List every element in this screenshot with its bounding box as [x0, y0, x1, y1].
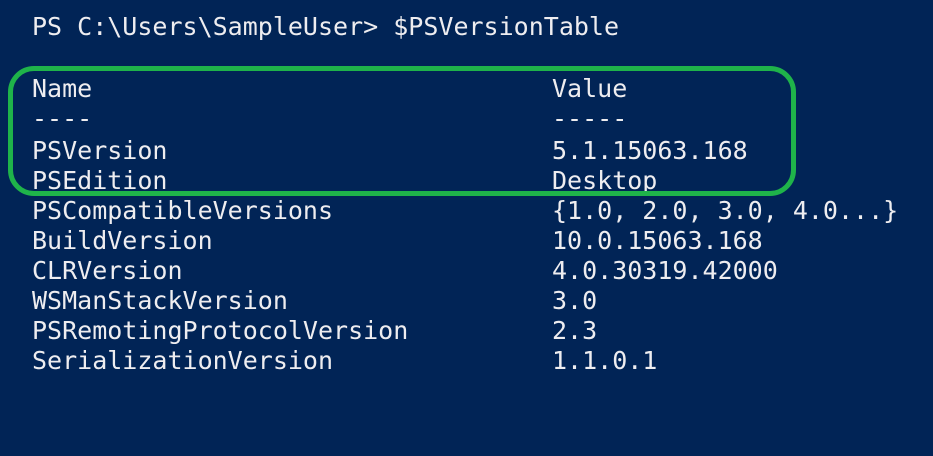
table-row: CLRVersion 4.0.30319.42000 — [32, 256, 932, 286]
table-row: SerializationVersion 1.1.0.1 — [32, 346, 932, 376]
table-row: BuildVersion 10.0.15063.168 — [32, 226, 932, 256]
prompt: PS C:\Users\SampleUser> — [32, 12, 379, 41]
row-value: 3.0 — [552, 286, 598, 315]
row-name: PSEdition — [32, 166, 168, 195]
command-line: PS C:\Users\SampleUser> $PSVersionTable — [32, 12, 619, 42]
row-value: 4.0.30319.42000 — [552, 256, 778, 285]
separator-value: ----- — [552, 104, 628, 133]
row-name: SerializationVersion — [32, 346, 334, 375]
row-name: BuildVersion — [32, 226, 213, 255]
row-value: Desktop — [552, 166, 658, 195]
table-header: Name Value — [32, 74, 932, 104]
row-name: PSRemotingProtocolVersion — [32, 316, 409, 345]
table-row: WSManStackVersion 3.0 — [32, 286, 932, 316]
header-name: Name — [32, 74, 93, 103]
row-value: 2.3 — [552, 316, 598, 345]
table-row: PSRemotingProtocolVersion 2.3 — [32, 316, 932, 346]
row-name: PSCompatibleVersions — [32, 196, 334, 225]
row-name: PSVersion — [32, 136, 168, 165]
powershell-console[interactable]: PS C:\Users\SampleUser> $PSVersionTable … — [0, 0, 933, 456]
row-value: 10.0.15063.168 — [552, 226, 763, 255]
separator-name: ---- — [32, 104, 93, 133]
row-value: 1.1.0.1 — [552, 346, 658, 375]
table-row: PSVersion 5.1.15063.168 — [32, 136, 932, 166]
table-row: PSCompatibleVersions {1.0, 2.0, 3.0, 4.0… — [32, 196, 932, 226]
command-text: $PSVersionTable — [393, 12, 620, 41]
header-value: Value — [552, 74, 628, 103]
table-separator: ---- ----- — [32, 104, 932, 134]
row-name: CLRVersion — [32, 256, 183, 285]
row-value: 5.1.15063.168 — [552, 136, 748, 165]
table-row: PSEdition Desktop — [32, 166, 932, 196]
row-value: {1.0, 2.0, 3.0, 4.0...} — [552, 196, 899, 225]
row-name: WSManStackVersion — [32, 286, 288, 315]
